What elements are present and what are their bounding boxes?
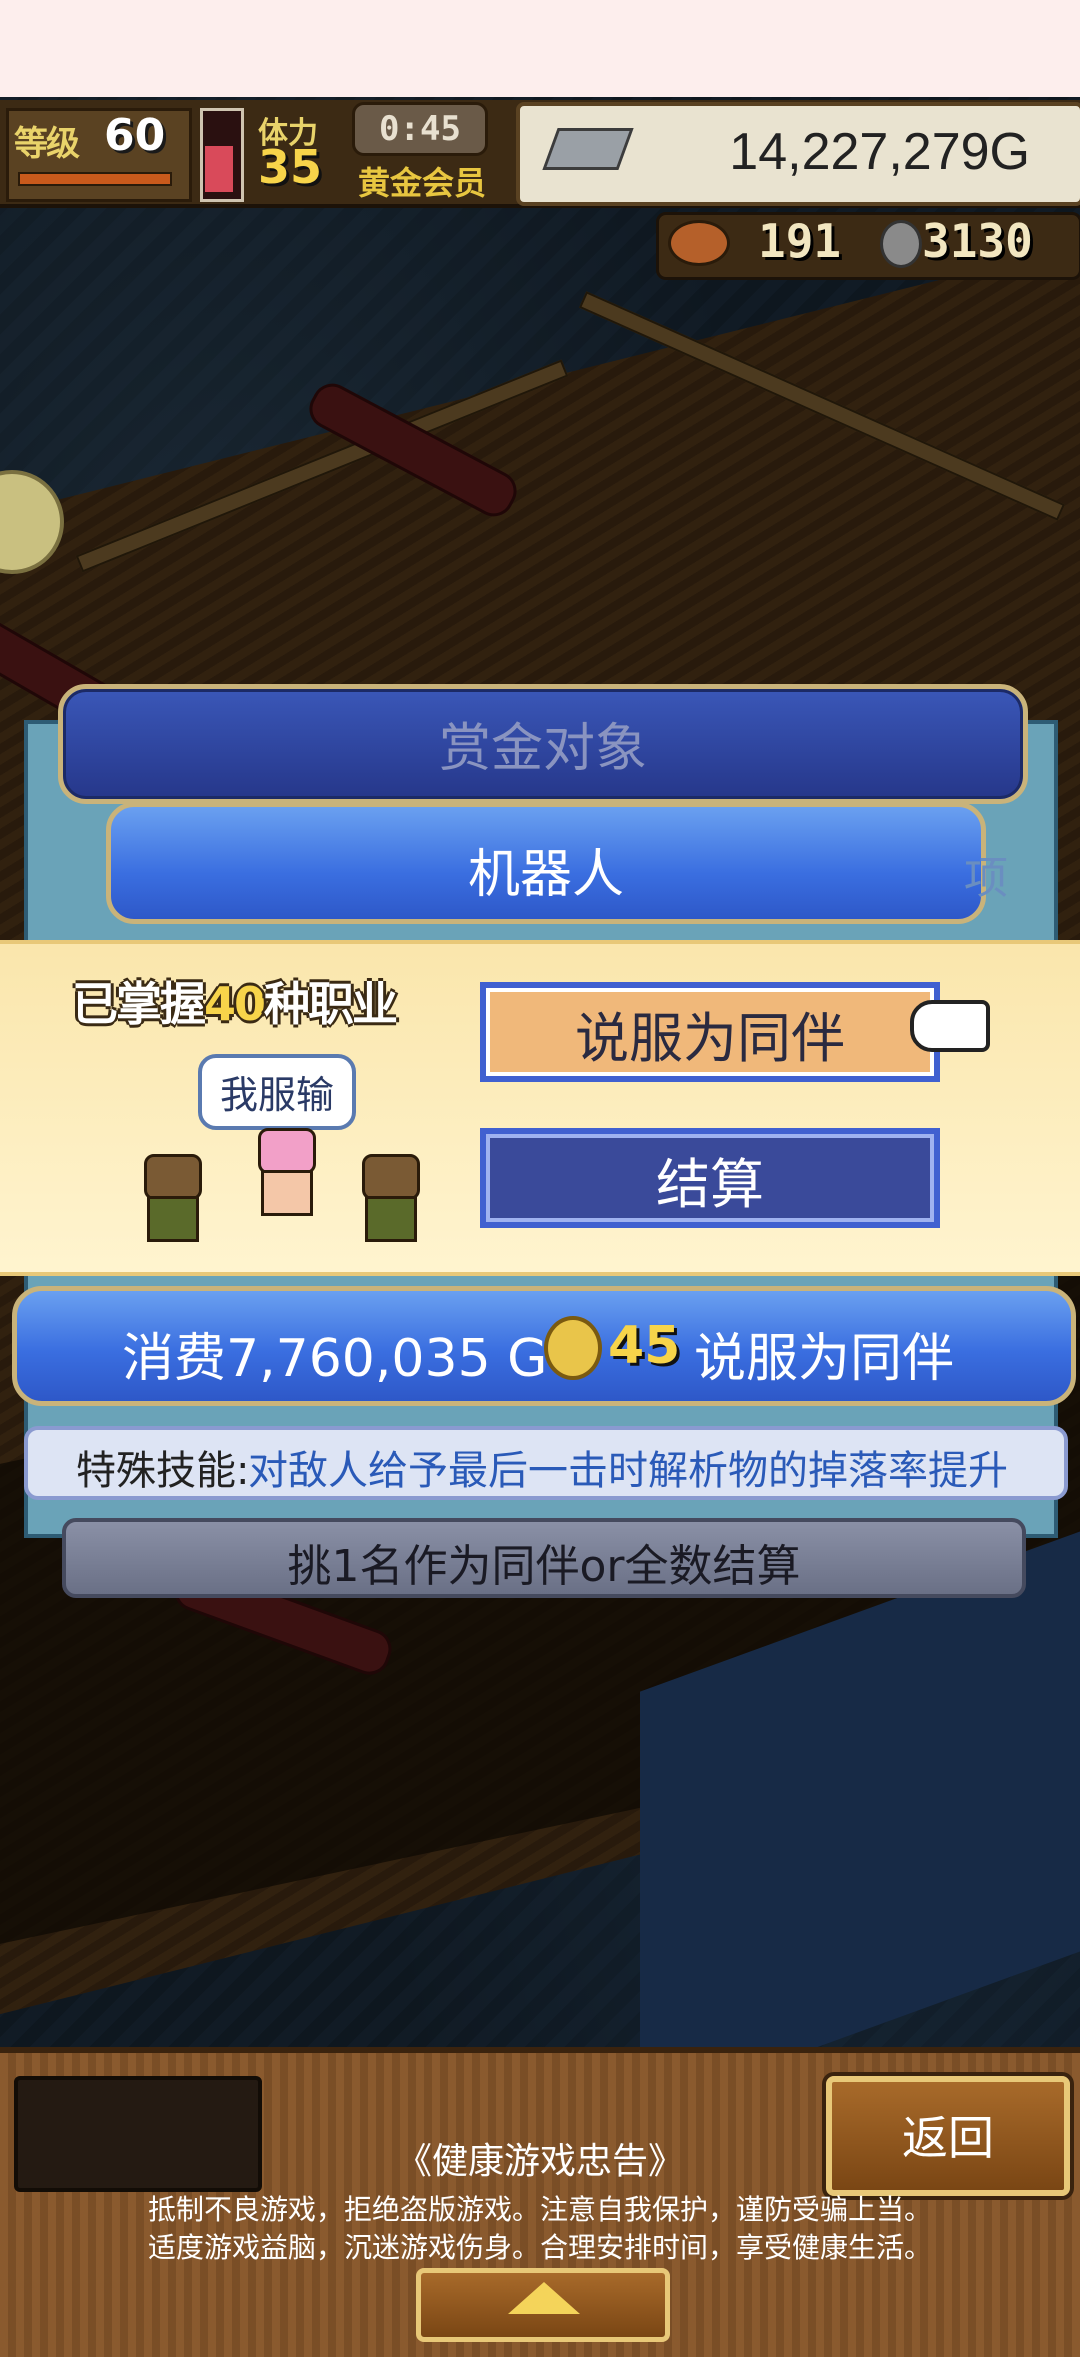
skill-label: 特殊技能: — [76, 1448, 250, 1494]
instruction-text: 挑1名作为同伴or全数结算 — [287, 1541, 801, 1592]
mastered-suffix: 种职业 — [264, 977, 398, 1031]
robot-head — [258, 1128, 316, 1174]
mastered-jobs: 已掌握40种职业 — [72, 968, 398, 1034]
health-advice-title: 《健康游戏忠告》 — [395, 2141, 684, 2182]
silver-bar-icon — [542, 128, 634, 170]
level-label: 等级 — [14, 124, 80, 164]
gold-coin-icon — [544, 1316, 602, 1380]
money-amount: 14,227,279G — [729, 123, 1030, 181]
health-advice-line1: 抵制不良游戏，拒绝盗版游戏。注意自我保护，谨防受骗上当。 — [147, 2193, 932, 2226]
health-advice-line2: 适度游戏益脑，沉迷游戏伤身。合理安排时间，享受健康生活。 — [147, 2231, 932, 2264]
status-bar — [0, 0, 1080, 97]
speech-text: 我服输 — [219, 1073, 334, 1117]
stamina-timer: 0:45 — [352, 102, 488, 156]
medal-count: 3130 — [922, 214, 1033, 268]
exp-bar — [18, 172, 172, 186]
persuade-button-label[interactable]: 说服为同伴 — [480, 994, 940, 1073]
robot-body — [261, 1170, 313, 1216]
coin-cost: 45 — [608, 1316, 681, 1376]
level-value: 60 — [104, 110, 166, 161]
robot-sprite — [252, 1128, 316, 1216]
stamina-value: 35 — [258, 140, 323, 194]
up-arrow-icon — [508, 2282, 580, 2314]
hp-gauge-fill — [205, 146, 233, 192]
bounty-title: 赏金对象 — [438, 719, 647, 779]
medal-icon — [880, 220, 922, 268]
partial-text: 项 — [964, 853, 1008, 904]
character-head — [144, 1154, 202, 1200]
character-head — [362, 1154, 420, 1200]
meat-count: 191 — [758, 214, 842, 268]
cost-text: 消费7,760,035 G — [122, 1329, 548, 1389]
character-body — [147, 1196, 199, 1242]
skill-description: 对敌人给予最后一击时解析物的掉落率提升 — [248, 1448, 1008, 1494]
settle-button-label[interactable]: 结算 — [480, 1140, 940, 1219]
cost-suffix: 说服为同伴 — [694, 1329, 955, 1389]
mastered-count: 40 — [204, 977, 266, 1031]
character-sprite — [138, 1154, 202, 1242]
meat-icon — [668, 220, 730, 266]
character-body — [365, 1196, 417, 1242]
character-sprite — [356, 1154, 420, 1242]
target-name: 机器人 — [467, 845, 624, 905]
membership-label: 黄金会员 — [358, 164, 487, 202]
mastered-prefix: 已掌握 — [72, 977, 206, 1031]
pointing-hand-icon — [910, 1000, 990, 1052]
